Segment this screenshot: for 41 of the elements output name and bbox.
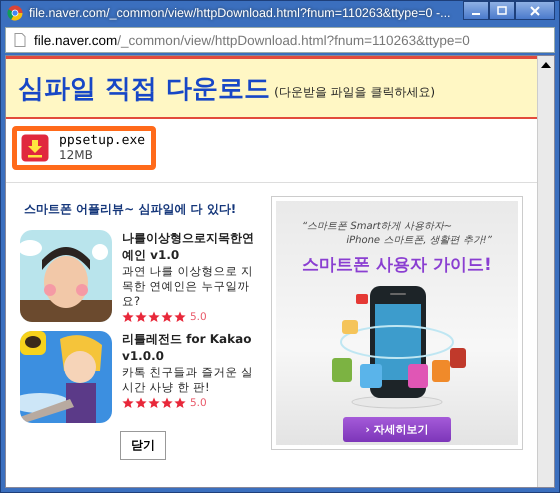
- star-icon: [174, 311, 186, 323]
- star-icon: [161, 397, 173, 409]
- banner-quote: “스마트폰 Smart하게 사용하자~: [302, 220, 452, 233]
- star-icon: [122, 397, 134, 409]
- maximize-button[interactable]: [489, 1, 515, 20]
- url-text: file.naver.com/_common/view/httpDownload.html?fnum=110263&ttype=0: [34, 32, 470, 48]
- close-dialog-button[interactable]: 닫기: [120, 431, 166, 460]
- file-size: 12MB: [59, 148, 94, 163]
- star-icon: [135, 311, 147, 323]
- star-icon: [174, 397, 186, 409]
- scroll-up-icon[interactable]: [541, 62, 551, 68]
- star-icon: [135, 397, 147, 409]
- download-icon: [21, 134, 49, 162]
- star-icon: [148, 397, 160, 409]
- star-icon: [148, 311, 160, 323]
- file-name: ppsetup.exe: [59, 133, 146, 148]
- star-icon: [122, 311, 134, 323]
- window-title: file.naver.com/_common/view/httpDownload.html?fnum=110263&ttype=0 -...: [29, 6, 452, 20]
- browser-logo-icon: [7, 5, 23, 21]
- apps-heading: 스마트폰 어플리뷰~ 심파일에 다 있다!: [23, 201, 238, 218]
- scrollbar[interactable]: [537, 56, 554, 487]
- heading-hint: (다운받을 파일을 클릭하세요): [274, 84, 436, 100]
- address-bar[interactable]: file.naver.com/_common/view/httpDownload.html?fnum=110263&ttype=0: [5, 27, 555, 53]
- banner-title: 스마트폰 사용자 가이드!: [302, 254, 492, 276]
- close-icon: [529, 6, 541, 16]
- star-icon: [161, 311, 173, 323]
- rating-value: 5.0: [190, 311, 207, 323]
- rating-value: 5.0: [190, 397, 207, 409]
- minimize-button[interactable]: [463, 1, 489, 20]
- details-button[interactable]: › 자세히보기: [343, 417, 451, 442]
- minimize-icon: [472, 12, 480, 14]
- app-description: 카톡 친구들과 즐거운 실시간 사냥 한 판!: [122, 365, 254, 395]
- page-heading: 심파일 직접 다운로드: [18, 72, 270, 106]
- app-title[interactable]: 나를이상형으로지목한연예인 v1.0: [122, 230, 264, 264]
- banner-quote: iPhone 스마트폰, 생활편 추가!”: [346, 234, 492, 247]
- file-download-link[interactable]: ppsetup.exe 12MB: [12, 126, 156, 170]
- maximize-icon: [496, 6, 508, 16]
- app-title[interactable]: 리틀레전드 for Kakao v1.0.0: [122, 331, 264, 365]
- page-icon: [14, 33, 26, 47]
- app-description: 과연 나를 이상형으로 지목한 연예인은 누구일까요?: [122, 264, 254, 309]
- close-button[interactable]: [515, 1, 555, 20]
